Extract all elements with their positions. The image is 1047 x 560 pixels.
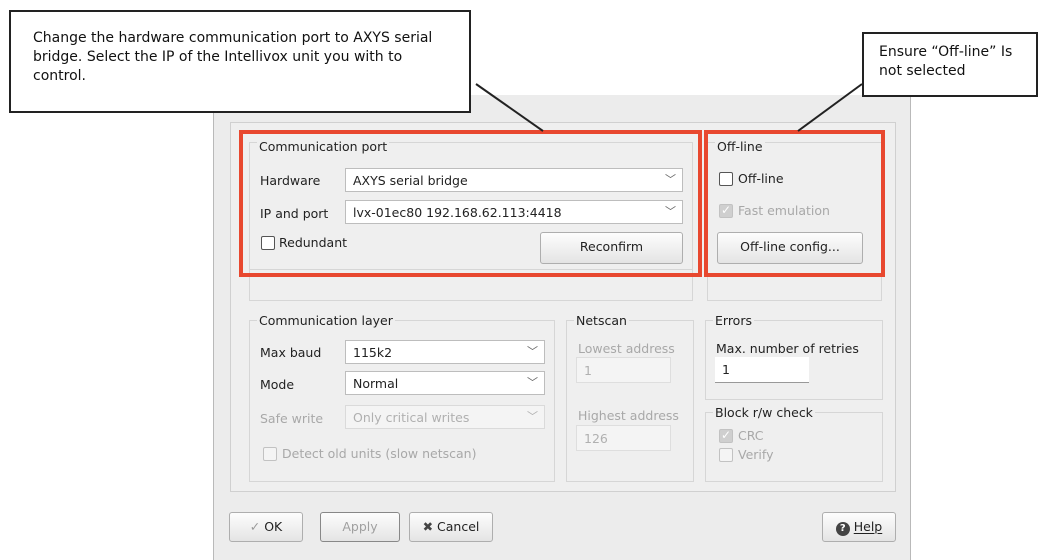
lowest-address-value: 1 [584,363,592,378]
errors-legend: Errors [713,313,754,328]
offline-highlight [704,130,885,277]
right-callout: Ensure “Off-line” Is not selected [862,32,1038,97]
chevron-down-icon: ﹀ [527,410,538,423]
block-rw-check-group: Block r/w check [705,405,883,482]
chevron-down-icon: ﹀ [527,345,538,358]
max-baud-select[interactable]: 115k2 ﹀ [345,340,545,364]
detect-old-units-label: Detect old units (slow netscan) [282,446,477,461]
checkmark-icon: ✓ [249,519,261,534]
highest-address-label: Highest address [578,408,679,423]
mode-value: Normal [353,376,399,391]
left-callout: Change the hardware communication port t… [9,10,471,113]
verify-checkbox[interactable] [719,448,733,462]
help-icon: ? [835,522,850,536]
crc-label: CRC [738,428,764,443]
help-button-label: Help [853,519,883,534]
apply-button-label: Apply [342,519,378,534]
max-baud-value: 115k2 [353,345,393,360]
safe-write-select[interactable]: Only critical writes ﹀ [345,405,545,429]
cancel-button-label: Cancel [437,519,480,534]
left-callout-text: Change the hardware communication port t… [33,30,433,84]
safe-write-value: Only critical writes [353,410,470,425]
ok-button[interactable]: ✓ OK [229,512,303,542]
max-retries-label: Max. number of retries [716,341,859,356]
mode-label: Mode [260,377,295,392]
block-rw-check-legend: Block r/w check [713,405,815,420]
communication-port-highlight [239,130,702,277]
max-retries-value: 1 [722,362,730,377]
verify-label: Verify [738,447,774,462]
max-baud-label: Max baud [260,345,322,360]
x-icon: ✖ [422,519,434,534]
communication-layer-legend: Communication layer [257,313,395,328]
lowest-address-input[interactable]: 1 [576,357,671,383]
right-callout-text: Ensure “Off-line” Is not selected [879,44,1013,79]
max-retries-input[interactable]: 1 [715,357,809,383]
detect-old-units-checkbox[interactable] [263,447,277,461]
netscan-legend: Netscan [574,313,629,328]
mode-select[interactable]: Normal ﹀ [345,371,545,395]
chevron-down-icon: ﹀ [527,376,538,389]
cancel-button[interactable]: ✖ Cancel [409,512,493,542]
highest-address-value: 126 [584,431,608,446]
lowest-address-label: Lowest address [578,341,675,356]
apply-button[interactable]: Apply [320,512,400,542]
crc-checkbox[interactable] [719,428,733,443]
help-button[interactable]: ? Help [822,512,896,542]
ok-button-label: OK [264,519,283,534]
highest-address-input[interactable]: 126 [576,425,671,451]
safe-write-label: Safe write [260,411,324,426]
